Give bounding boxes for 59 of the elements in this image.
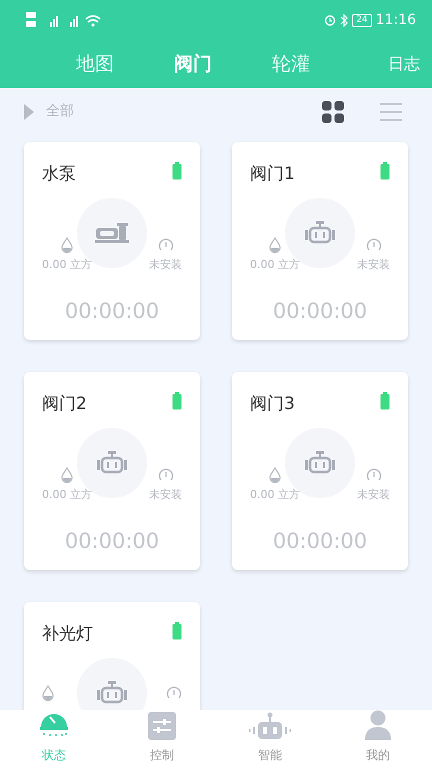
clock-time: 11:16 [376,10,416,30]
bottom-nav-tab[interactable]: 我的 [324,710,432,768]
valve-icon [97,450,127,474]
device-card[interactable]: 阀门1 0.00 立方 未安装 00:00:00 [232,142,408,340]
device-name: 阀门3 [250,393,295,416]
water-drop-icon [42,684,54,700]
meter-status: 未安装 [149,487,182,503]
battery-icon [172,622,182,640]
me-tab-icon [365,710,391,740]
valve-icon [305,450,335,474]
battery-icon [172,392,182,410]
device-name: 阀门1 [250,163,295,186]
valve-icon [305,220,335,244]
volume-reading: 0.00 立方 [42,487,92,503]
gauge-icon [158,467,174,483]
battery-level: 24 [352,14,372,26]
bluetooth-icon [340,14,348,26]
run-timer: 00:00:00 [64,528,160,554]
water-drop-icon [269,467,281,483]
header-tab[interactable]: 阀门 [174,50,212,78]
water-drop-icon [61,237,73,253]
battery-icon [380,162,390,180]
header-tab[interactable]: 地图 [76,50,114,78]
device-card[interactable]: 水泵 0.00 立方 未安装 00:00:00 [24,142,200,340]
expand-arrow-icon[interactable] [24,104,34,120]
alarm-icon [324,14,336,26]
log-button[interactable]: 日志 [388,52,420,76]
filter-all[interactable]: 全部 [46,101,74,122]
meter-status: 未安装 [357,487,390,503]
device-card[interactable]: 阀门2 0.00 立方 未安装 00:00:00 [24,372,200,570]
valve-icon [97,680,127,704]
device-name: 水泵 [42,163,76,186]
meter-status: 未安装 [357,257,390,273]
gauge-icon [166,684,182,700]
water-drop-icon [61,467,73,483]
pump-icon [95,222,129,244]
gauge-icon [158,237,174,253]
device-name: 补光灯 [42,623,93,646]
run-timer: 00:00:00 [272,298,368,324]
meter-status: 未安装 [149,257,182,273]
run-timer: 00:00:00 [64,298,160,324]
run-timer: 00:00:00 [272,528,368,554]
volume-reading: 0.00 立方 [250,487,300,503]
bottom-nav-tab[interactable]: 智能 [216,710,324,768]
grid-view-icon[interactable] [322,100,344,122]
bottom-nav-tab[interactable]: 状态 [0,710,108,768]
header-tab[interactable]: 轮灌 [272,50,310,78]
water-drop-icon [269,237,281,253]
device-card[interactable]: 阀门3 0.00 立方 未安装 00:00:00 [232,372,408,570]
device-name: 阀门2 [42,393,87,416]
battery-icon [380,392,390,410]
volume-reading: 0.00 立方 [250,257,300,273]
device-card[interactable]: 补光灯 [24,602,200,710]
gauge-icon [366,237,382,253]
volume-reading: 0.00 立方 [42,257,92,273]
list-view-icon[interactable] [380,102,402,122]
battery-icon [172,162,182,180]
gauge-icon [366,467,382,483]
bottom-nav-tab[interactable]: 控制 [108,710,216,768]
